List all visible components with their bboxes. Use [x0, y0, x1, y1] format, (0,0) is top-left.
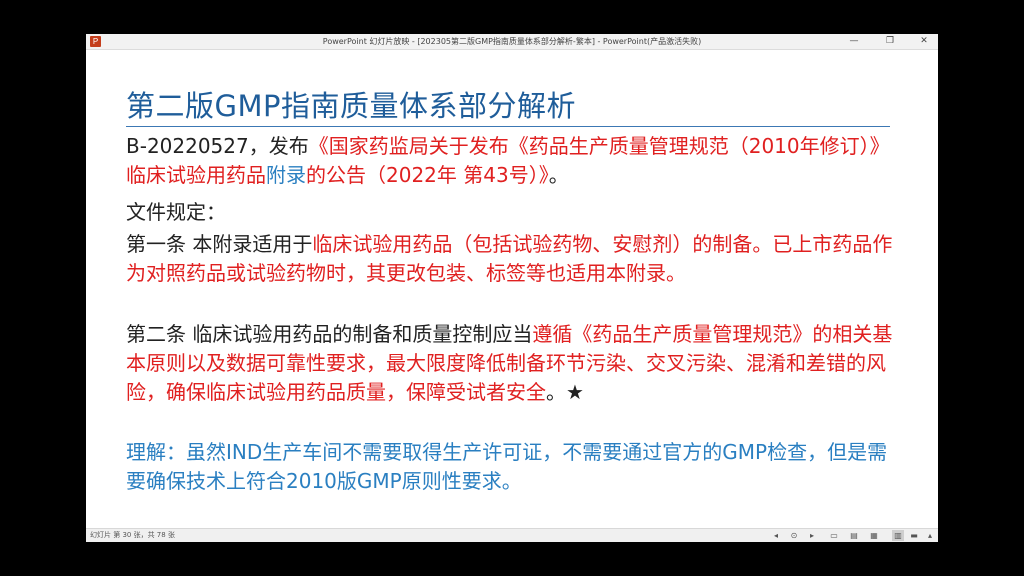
status-bar: 幻灯片 第 30 张，共 78 张 ◂ ⊙ ▸ ▭ ▤ ▦ ▥ ▬ ▴: [86, 528, 938, 542]
reading-view-icon[interactable]: ▥: [892, 530, 904, 541]
article-one-lead: 第一条 本附录适用于: [126, 232, 313, 256]
minimize-button[interactable]: —: [842, 34, 866, 49]
window-title: PowerPoint 幻灯片放映 - [202305第二版GMP指南质量体系部分…: [322, 37, 702, 46]
normal-view-icon[interactable]: ▭: [828, 530, 840, 541]
article-one-paragraph: 第一条 本附录适用于临床试验用药品（包括试验药物、安慰剂）的制备。已上市药品作为…: [126, 230, 896, 288]
title-bar[interactable]: P PowerPoint 幻灯片放映 - [202305第二版GMP指南质量体系…: [86, 34, 938, 50]
slide-canvas[interactable]: 第二版GMP指南质量体系部分解析 B-20220527，发布《国家药监局关于发布…: [86, 50, 938, 528]
title-divider: [126, 126, 890, 127]
notes-icon[interactable]: ▤: [848, 530, 860, 541]
announcement-paragraph: B-20220527，发布《国家药监局关于发布《药品生产质量管理规范（2010年…: [126, 132, 896, 190]
slide-sorter-icon[interactable]: ▦: [868, 530, 880, 541]
slideshow-view-icon[interactable]: ▬: [908, 530, 920, 541]
announcement-appendix-blue: 附录: [266, 163, 306, 187]
zoom-up-icon[interactable]: ▴: [924, 530, 936, 541]
interpretation-paragraph: 理解：虽然IND生产车间不需要取得生产许可证，不需要通过官方的GMP检查，但是需…: [126, 440, 888, 493]
next-slide-icon[interactable]: ▸: [806, 530, 818, 541]
announcement-date: B-20220527，发布: [126, 134, 309, 158]
restore-button[interactable]: ❐: [878, 34, 902, 49]
previous-slide-icon[interactable]: ◂: [770, 530, 782, 541]
document-provisions-label: 文件规定：: [126, 200, 226, 224]
slideshow-menu-icon[interactable]: ⊙: [788, 530, 800, 541]
article-two-paragraph: 第二条 临床试验用药品的制备和质量控制应当遵循《药品生产质量管理规范》的相关基本…: [126, 320, 896, 407]
announcement-suffix-red: 的公告（2022年 第43号）》: [306, 163, 549, 187]
close-button[interactable]: ✕: [912, 34, 936, 49]
announcement-period: 。: [548, 163, 569, 187]
powerpoint-window: P PowerPoint 幻灯片放映 - [202305第二版GMP指南质量体系…: [86, 34, 938, 542]
article-two-lead: 第二条 临床试验用药品的制备和质量控制应当: [126, 322, 533, 346]
slide-counter: 幻灯片 第 30 张，共 78 张: [90, 531, 175, 539]
article-two-star: 。★: [546, 380, 584, 404]
slide-title: 第二版GMP指南质量体系部分解析: [126, 89, 576, 123]
